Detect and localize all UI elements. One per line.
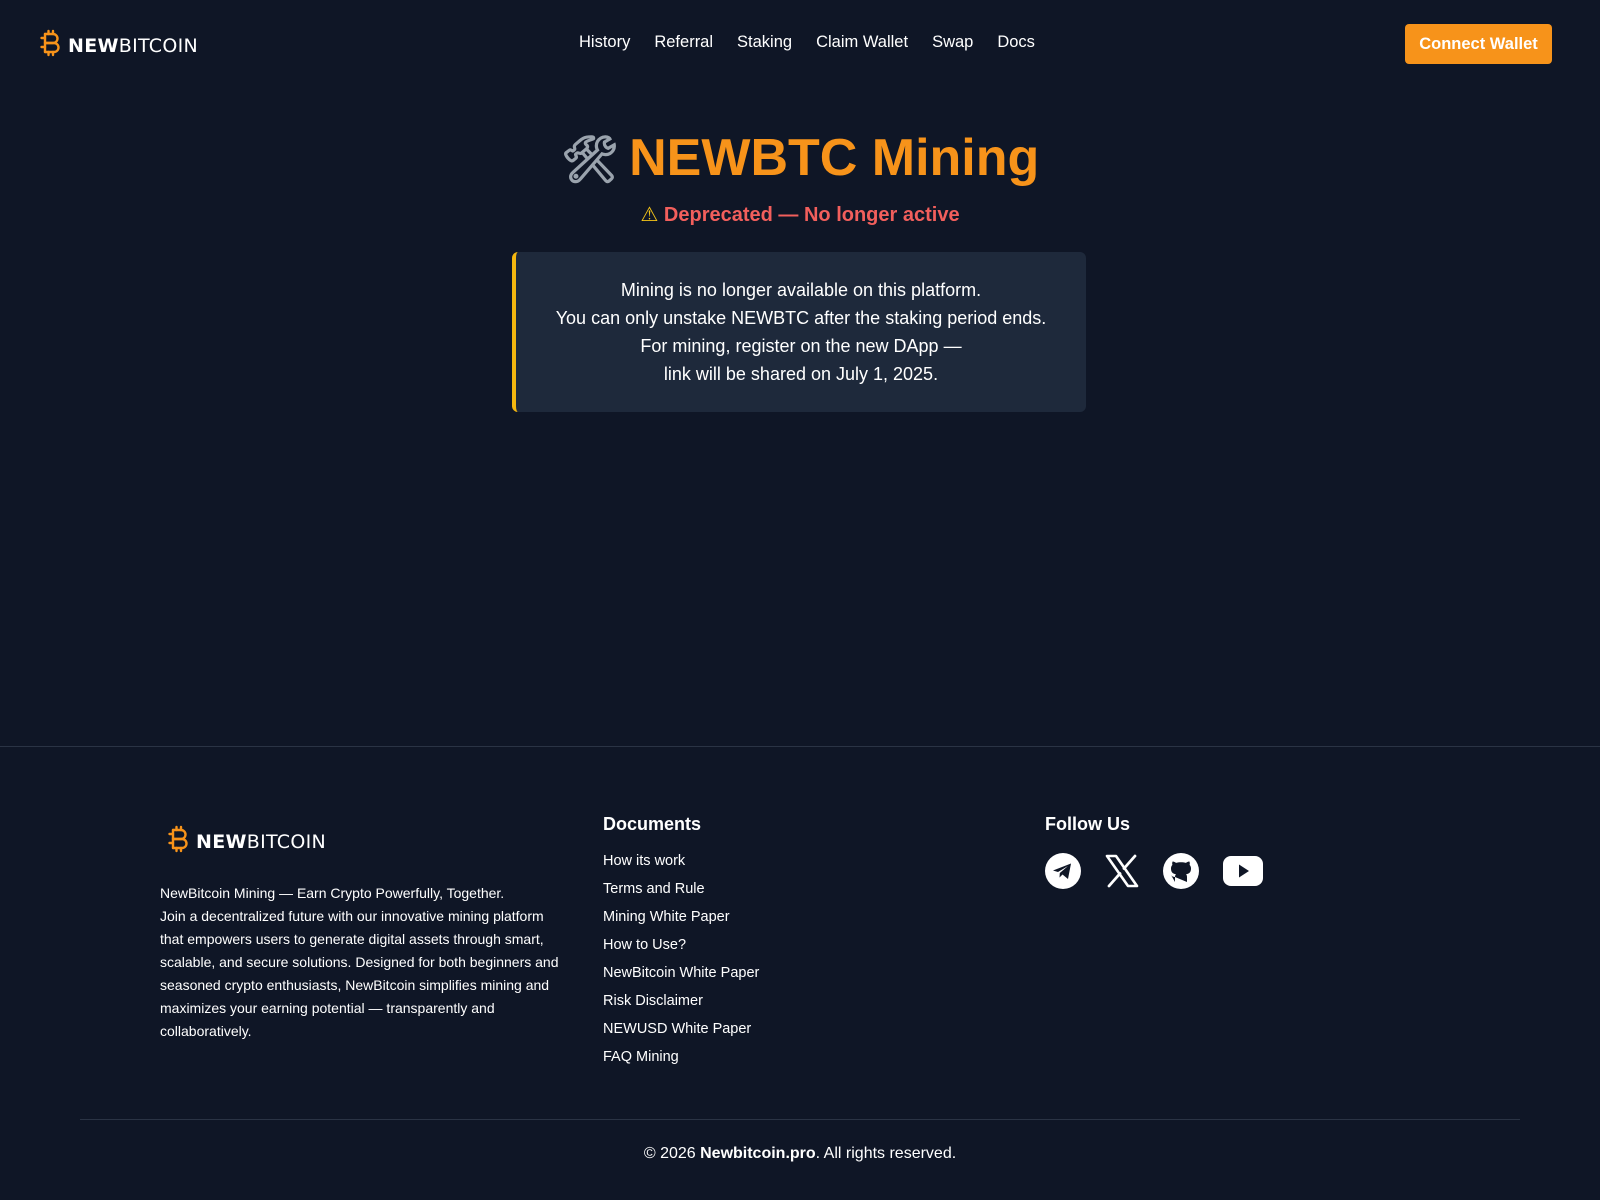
status-deprecated: ⚠ Deprecated — No longer active: [640, 202, 960, 226]
footer-documents: Documents How its work Terms and Rule Mi…: [603, 814, 759, 1077]
warning-icon: ⚠: [640, 202, 659, 226]
doc-link-faq-mining[interactable]: FAQ Mining: [603, 1049, 759, 1077]
hammer-and-wrench-icon: 🛠: [560, 132, 620, 186]
nav-history[interactable]: History: [579, 33, 630, 52]
deprecation-notice-card: Mining is no longer available on this pl…: [512, 252, 1086, 412]
doc-link-how-its-work[interactable]: How its work: [603, 853, 759, 881]
page-title: 🛠 NEWBTC Mining: [560, 129, 1040, 187]
bitcoin-logo-icon: [40, 29, 62, 62]
footer-description: Join a decentralized future with our inn…: [160, 908, 559, 1039]
footer-brand-logo[interactable]: NEWBITCOIN: [168, 825, 326, 858]
doc-link-mining-white-paper[interactable]: Mining White Paper: [603, 909, 759, 937]
footer-follow: Follow Us: [1045, 814, 1263, 894]
follow-heading: Follow Us: [1045, 814, 1130, 834]
main-nav: History Referral Staking Claim Wallet Sw…: [579, 33, 1035, 52]
x-icon[interactable]: [1105, 854, 1139, 893]
brand-logo[interactable]: NEWBITCOIN: [40, 29, 198, 62]
footer-tagline: NewBitcoin Mining — Earn Crypto Powerful…: [160, 885, 505, 901]
nav-swap[interactable]: Swap: [932, 33, 973, 52]
brand-name: NEWBITCOIN: [68, 34, 199, 57]
copyright-site-link[interactable]: Newbitcoin.pro: [700, 1145, 816, 1162]
github-icon[interactable]: [1163, 853, 1199, 894]
documents-heading: Documents: [603, 814, 702, 834]
notice-line: You can only unstake NEWBTC after the st…: [555, 308, 1047, 328]
bottom-divider: [80, 1119, 1520, 1120]
doc-link-newbitcoin-white-paper[interactable]: NewBitcoin White Paper: [603, 965, 759, 993]
footer-about: NewBitcoin Mining — Earn Crypto Powerful…: [160, 882, 560, 1043]
doc-link-terms[interactable]: Terms and Rule: [603, 881, 759, 909]
nav-staking[interactable]: Staking: [737, 33, 792, 52]
connect-wallet-button[interactable]: Connect Wallet: [1405, 24, 1552, 64]
youtube-icon[interactable]: [1223, 856, 1263, 891]
notice-line: Mining is no longer available on this pl…: [620, 280, 982, 300]
telegram-icon[interactable]: [1045, 853, 1081, 894]
nav-docs[interactable]: Docs: [997, 33, 1035, 52]
doc-link-risk-disclaimer[interactable]: Risk Disclaimer: [603, 993, 759, 1021]
nav-claim-wallet[interactable]: Claim Wallet: [816, 33, 908, 52]
social-links: [1045, 853, 1263, 894]
copyright: © 2026 Newbitcoin.pro. All rights reserv…: [643, 1145, 957, 1162]
doc-link-how-to-use[interactable]: How to Use?: [603, 937, 759, 965]
doc-link-newusd-white-paper[interactable]: NEWUSD White Paper: [603, 1021, 759, 1049]
bitcoin-logo-icon: [168, 825, 190, 858]
header: NEWBITCOIN History Referral Staking Clai…: [0, 0, 1600, 88]
notice-line: For mining, register on the new DApp —: [640, 336, 962, 356]
footer-divider: [0, 746, 1600, 747]
notice-line: link will be shared on July 1, 2025.: [663, 364, 939, 384]
brand-name: NEWBITCOIN: [196, 830, 327, 853]
nav-referral[interactable]: Referral: [654, 33, 713, 52]
